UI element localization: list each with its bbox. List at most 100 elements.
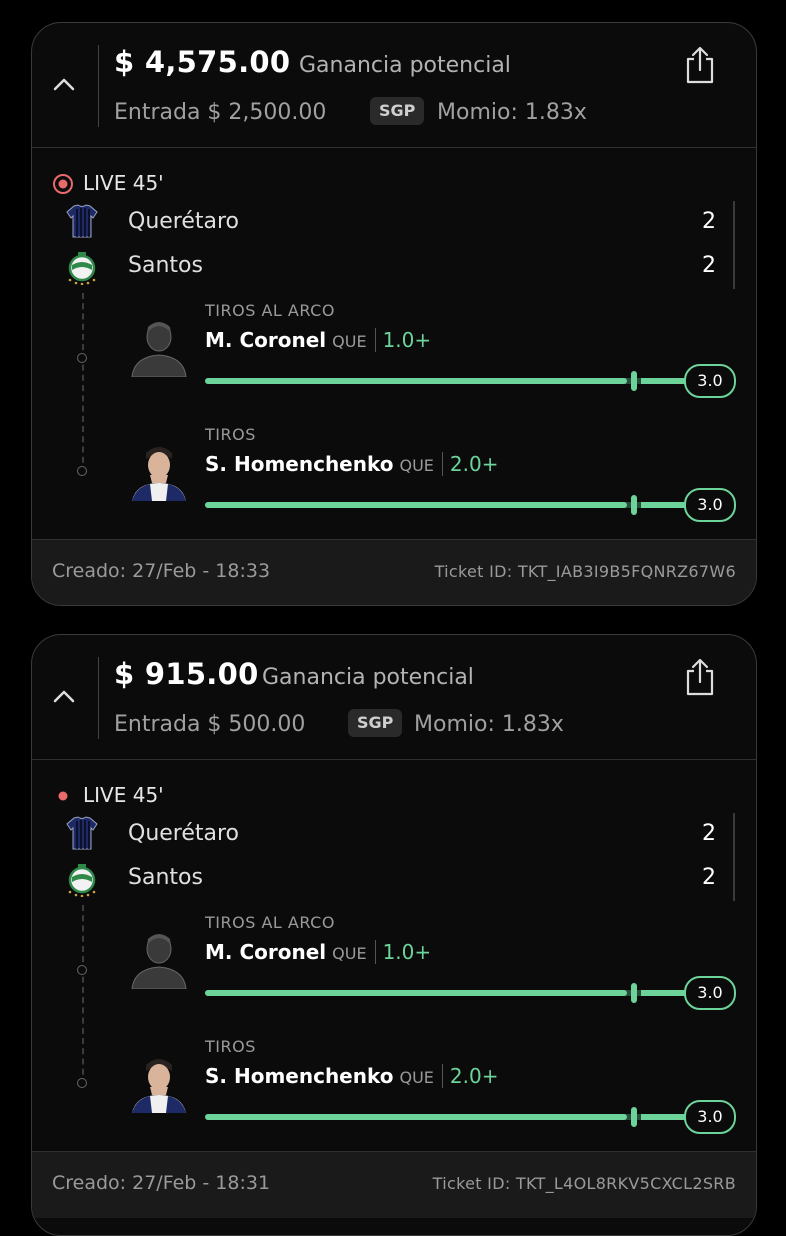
created-date: Creado: 27/Feb - 18:33 xyxy=(52,560,271,582)
score-divider xyxy=(733,201,735,289)
progress-continuation xyxy=(641,990,685,996)
header-separator xyxy=(32,147,756,148)
progress-continuation xyxy=(641,378,685,384)
header-divider xyxy=(98,657,99,739)
timeline-node xyxy=(77,1078,87,1088)
live-text: LIVE 45' xyxy=(83,783,164,807)
timeline-node xyxy=(77,965,87,975)
chevron-up-icon[interactable] xyxy=(50,71,78,99)
player-name-row: S. Homenchenko QUE 2.0+ xyxy=(205,1064,499,1088)
target-pill: 3.0 xyxy=(684,1100,736,1134)
prop-market-title: TIROS xyxy=(205,1037,256,1056)
player-team: QUE xyxy=(332,332,367,351)
player-name: S. Homenchenko xyxy=(205,1064,394,1088)
progress-fill xyxy=(205,1114,628,1120)
timeline-node xyxy=(77,353,87,363)
live-indicator-icon xyxy=(52,785,74,807)
player-team: QUE xyxy=(399,456,434,475)
odds-value: Momio: 1.83x xyxy=(414,712,564,737)
chevron-up-icon[interactable] xyxy=(50,683,78,711)
prop-line: 1.0+ xyxy=(382,328,432,352)
away-team-name: Santos xyxy=(128,253,203,278)
timeline-line xyxy=(82,905,85,1085)
progress-track xyxy=(205,1107,685,1127)
share-icon[interactable] xyxy=(683,45,717,85)
ticket-footer: Creado: 27/Feb - 18:31 Ticket ID: TKT_L4… xyxy=(32,1151,756,1218)
live-text: LIVE 45' xyxy=(83,171,164,195)
sgp-badge: SGP xyxy=(370,97,425,125)
pipe-divider xyxy=(374,328,376,352)
share-icon[interactable] xyxy=(683,657,717,697)
santos-crest-icon xyxy=(64,249,100,286)
prop-market-title: TIROS AL ARCO xyxy=(205,301,335,320)
target-pill: 3.0 xyxy=(684,488,736,522)
live-indicator-icon xyxy=(52,173,74,195)
prop-line: 2.0+ xyxy=(449,452,499,476)
home-team-score: 2 xyxy=(702,209,716,234)
progress-track xyxy=(205,371,685,391)
ticket-id: Ticket ID: TKT_IAB3I9B5FQNRZ67W6 xyxy=(434,562,736,581)
away-team-name: Santos xyxy=(128,865,203,890)
header-divider xyxy=(98,45,99,127)
payout-label: Ganancia potencial xyxy=(299,53,511,78)
progress-continuation xyxy=(641,502,685,508)
payout-label: Ganancia potencial xyxy=(262,665,474,690)
timeline-line xyxy=(82,293,85,473)
prop-market-title: TIROS AL ARCO xyxy=(205,913,335,932)
progress-fill xyxy=(205,378,628,384)
progress-fill xyxy=(205,502,628,508)
progress-marker xyxy=(631,495,638,515)
stake-amount: Entrada $ 500.00 xyxy=(114,712,306,737)
prop-market-title: TIROS xyxy=(205,425,256,444)
pipe-divider xyxy=(441,452,443,476)
player-name: S. Homenchenko xyxy=(205,452,394,476)
player-name-row: M. Coronel QUE 1.0+ xyxy=(205,328,431,352)
pipe-divider xyxy=(441,1064,443,1088)
progress-continuation xyxy=(641,1114,685,1120)
away-team-score: 2 xyxy=(702,253,716,278)
header-separator xyxy=(32,759,756,760)
created-date: Creado: 27/Feb - 18:31 xyxy=(52,1172,271,1194)
player-avatar-icon xyxy=(128,927,190,989)
player-avatar-icon xyxy=(128,439,190,501)
prop-line: 2.0+ xyxy=(449,1064,499,1088)
potential-payout: $ 4,575.00 xyxy=(114,45,291,79)
queretaro-jersey-icon xyxy=(64,815,100,851)
sgp-badge: SGP xyxy=(348,709,403,737)
potential-payout: $ 915.00 xyxy=(114,657,259,691)
player-avatar-icon xyxy=(128,315,190,377)
pipe-divider xyxy=(374,940,376,964)
progress-fill xyxy=(205,990,628,996)
player-team: QUE xyxy=(332,944,367,963)
target-pill: 3.0 xyxy=(684,976,736,1010)
progress-marker xyxy=(631,1107,638,1127)
santos-crest-icon xyxy=(64,861,100,898)
bet-ticket-card[interactable]: $ 915.00 Ganancia potencial Entrada $ 50… xyxy=(31,634,757,1236)
ticket-footer: Creado: 27/Feb - 18:33 Ticket ID: TKT_IA… xyxy=(32,539,756,605)
away-team-score: 2 xyxy=(702,865,716,890)
home-team-name: Querétaro xyxy=(128,821,240,846)
target-pill: 3.0 xyxy=(684,364,736,398)
player-team: QUE xyxy=(399,1068,434,1087)
queretaro-jersey-icon xyxy=(64,203,100,239)
progress-marker xyxy=(631,983,638,1003)
ticket-header: $ 915.00 Ganancia potencial Entrada $ 50… xyxy=(32,635,756,759)
home-team-name: Querétaro xyxy=(128,209,240,234)
progress-track xyxy=(205,983,685,1003)
progress-track xyxy=(205,495,685,515)
prop-line: 1.0+ xyxy=(382,940,432,964)
player-name: M. Coronel xyxy=(205,328,327,352)
player-name: M. Coronel xyxy=(205,940,327,964)
odds-value: Momio: 1.83x xyxy=(437,100,587,125)
player-avatar-icon xyxy=(128,1051,190,1113)
stake-amount: Entrada $ 2,500.00 xyxy=(114,100,327,125)
player-name-row: S. Homenchenko QUE 2.0+ xyxy=(205,452,499,476)
ticket-header: $ 4,575.00 Ganancia potencial Entrada $ … xyxy=(32,23,756,147)
timeline-node xyxy=(77,466,87,476)
score-divider xyxy=(733,813,735,901)
home-team-score: 2 xyxy=(702,821,716,846)
bet-ticket-card[interactable]: $ 4,575.00 Ganancia potencial Entrada $ … xyxy=(31,22,757,606)
progress-marker xyxy=(631,371,638,391)
ticket-id: Ticket ID: TKT_L4OL8RKV5CXCL2SRB xyxy=(432,1174,736,1193)
player-name-row: M. Coronel QUE 1.0+ xyxy=(205,940,431,964)
